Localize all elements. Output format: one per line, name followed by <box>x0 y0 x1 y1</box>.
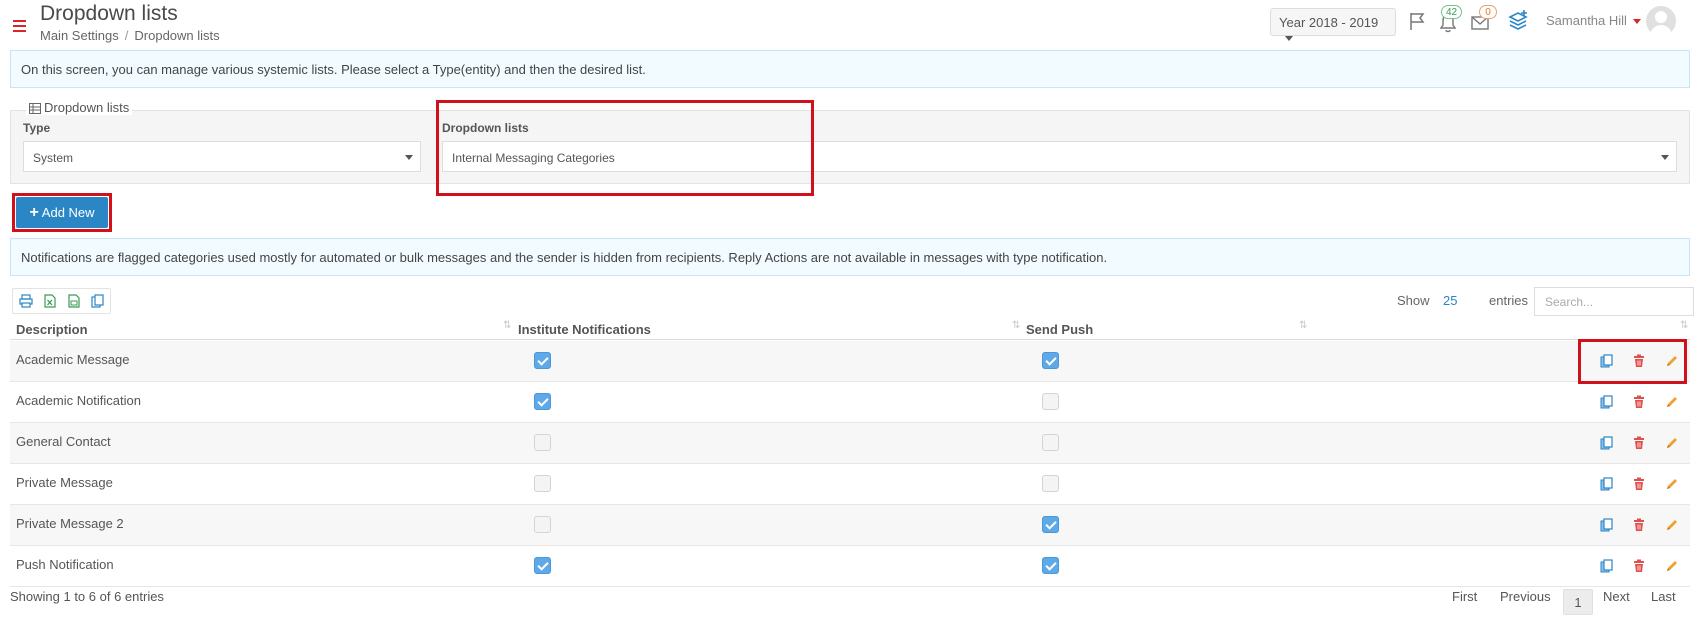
print-icon[interactable] <box>19 294 33 308</box>
edit-pencil-icon[interactable] <box>1665 436 1679 450</box>
trash-icon[interactable] <box>1632 477 1646 491</box>
column-institute-notifications[interactable]: Institute Notifications <box>518 322 651 337</box>
duplicate-icon[interactable] <box>1600 518 1614 532</box>
institute-notifications-checkbox[interactable] <box>534 557 551 574</box>
table-row: Push Notification <box>10 546 1690 587</box>
table-row: Academic Notification <box>10 382 1690 423</box>
pager-first[interactable]: First <box>1452 589 1477 604</box>
messages-count-badge: 0 <box>1479 5 1497 19</box>
chevron-down-icon <box>1632 19 1641 25</box>
row-description: General Contact <box>16 434 111 449</box>
send-push-checkbox[interactable] <box>1042 475 1059 492</box>
row-description: Private Message 2 <box>16 516 124 531</box>
table-row: General Contact <box>10 423 1690 464</box>
pager-last[interactable]: Last <box>1651 589 1676 604</box>
info-banner: On this screen, you can manage various s… <box>10 50 1690 88</box>
highlight-box-row-actions <box>1578 339 1687 384</box>
chevron-down-icon <box>405 155 413 160</box>
trash-icon[interactable] <box>1632 395 1646 409</box>
institute-notifications-checkbox[interactable] <box>534 393 551 410</box>
column-send-push[interactable]: Send Push <box>1026 322 1093 337</box>
trash-icon[interactable] <box>1632 436 1646 450</box>
chevron-down-icon <box>1285 36 1293 42</box>
row-description: Private Message <box>16 475 113 490</box>
highlight-box-dropdown-list <box>436 100 814 196</box>
entries-label: entries <box>1489 293 1529 308</box>
type-select-value: System <box>33 151 74 165</box>
row-description: Push Notification <box>16 557 114 572</box>
edit-pencil-icon[interactable] <box>1665 395 1679 409</box>
sort-icon[interactable]: ⇅ <box>1012 320 1020 331</box>
table-icon <box>29 103 41 114</box>
institute-notifications-checkbox[interactable] <box>534 434 551 451</box>
breadcrumb: Main Settings / Dropdown lists <box>40 28 220 43</box>
excel-export-icon[interactable] <box>43 294 57 308</box>
edit-pencil-icon[interactable] <box>1665 477 1679 491</box>
export-toolbar <box>12 288 111 314</box>
duplicate-icon[interactable] <box>1600 436 1614 450</box>
institute-notifications-checkbox[interactable] <box>534 475 551 492</box>
duplicate-icon[interactable] <box>1600 477 1614 491</box>
user-name: Samantha Hill <box>1546 13 1627 28</box>
institute-notifications-checkbox[interactable] <box>534 516 551 533</box>
duplicate-icon[interactable] <box>1600 395 1614 409</box>
top-header: Dropdown lists Main Settings / Dropdown li… <box>0 0 1700 48</box>
chevron-down-icon <box>1661 155 1669 160</box>
sort-icon[interactable]: ⇅ <box>1299 320 1307 331</box>
table-row: Private Message <box>10 464 1690 505</box>
sort-icon[interactable]: ⇅ <box>503 320 511 331</box>
trash-icon[interactable] <box>1632 559 1646 573</box>
duplicate-icon[interactable] <box>1600 559 1614 573</box>
highlight-box-add-new <box>12 193 112 232</box>
search-input[interactable] <box>1534 287 1694 316</box>
year-select[interactable]: Year 2018 - 2019 <box>1270 8 1396 42</box>
type-label: Type <box>23 121 51 135</box>
table-header: Description ⇅ Institute Notifications ⇅ … <box>10 318 1690 340</box>
pager-previous[interactable]: Previous <box>1500 589 1551 604</box>
column-description[interactable]: Description <box>16 322 88 337</box>
notice-banner: Notifications are flagged categories use… <box>10 238 1690 276</box>
edit-pencil-icon[interactable] <box>1665 559 1679 573</box>
table-row: Private Message 2 <box>10 505 1690 546</box>
breadcrumb-separator: / <box>124 28 129 43</box>
layers-add-icon[interactable] <box>1507 9 1529 31</box>
breadcrumb-current: Dropdown lists <box>134 28 220 43</box>
menu-icon[interactable] <box>13 20 26 32</box>
row-description: Academic Notification <box>16 393 141 408</box>
filters-legend-label: Dropdown lists <box>44 100 130 115</box>
pager-next[interactable]: Next <box>1603 589 1630 604</box>
copy-icon[interactable] <box>91 294 105 308</box>
notifications-count-badge: 42 <box>1441 5 1463 19</box>
sort-icon[interactable]: ⇅ <box>1680 320 1688 331</box>
send-push-checkbox[interactable] <box>1042 393 1059 410</box>
show-label: Show <box>1397 293 1430 308</box>
page-length-select[interactable]: 25 <box>1443 293 1457 308</box>
avatar[interactable] <box>1646 6 1676 36</box>
send-push-checkbox[interactable] <box>1042 557 1059 574</box>
send-push-checkbox[interactable] <box>1042 434 1059 451</box>
send-push-checkbox[interactable] <box>1042 352 1059 369</box>
table-info: Showing 1 to 6 of 6 entries <box>10 589 164 604</box>
filters-legend: Dropdown lists <box>26 100 133 115</box>
user-menu[interactable]: Samantha Hill <box>1546 13 1641 28</box>
pager-current-page[interactable]: 1 <box>1563 589 1593 615</box>
type-select[interactable]: System <box>23 141 421 172</box>
breadcrumb-main-settings[interactable]: Main Settings <box>40 28 119 43</box>
edit-pencil-icon[interactable] <box>1665 518 1679 532</box>
page-title: Dropdown lists <box>40 2 178 25</box>
institute-notifications-checkbox[interactable] <box>534 352 551 369</box>
flag-icon[interactable] <box>1406 10 1428 32</box>
row-description: Academic Message <box>16 352 130 367</box>
trash-icon[interactable] <box>1632 518 1646 532</box>
csv-export-icon[interactable] <box>67 294 81 308</box>
send-push-checkbox[interactable] <box>1042 516 1059 533</box>
year-select-value: Year 2018 - 2019 <box>1279 15 1379 30</box>
table-row: Academic Message <box>10 341 1690 382</box>
